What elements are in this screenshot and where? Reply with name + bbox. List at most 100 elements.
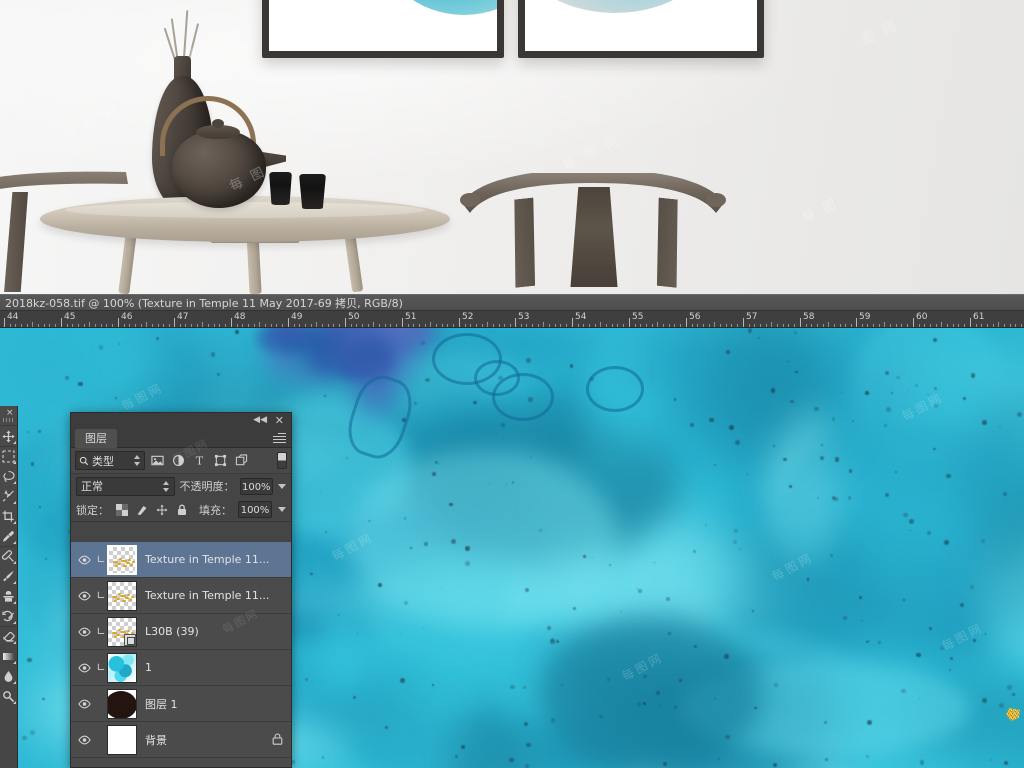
lock-position-icon[interactable] <box>155 503 169 517</box>
layer-thumbnail[interactable] <box>107 544 137 575</box>
layer-visibility-icon[interactable] <box>73 735 95 745</box>
collapse-icon[interactable]: ◀◀ <box>253 416 267 425</box>
ruler-tick-minor <box>828 322 829 327</box>
layer-thumbnail[interactable] <box>107 652 137 683</box>
ruler-tick-minor <box>390 324 391 327</box>
lock-all-icon[interactable] <box>175 503 189 517</box>
adjustment-filter-icon[interactable] <box>170 452 187 469</box>
filter-kind-select[interactable]: 类型 <box>75 451 145 470</box>
canvas-speckle <box>903 512 908 517</box>
lasso-tool[interactable] <box>0 466 17 486</box>
horizontal-ruler[interactable]: 44454647484950515253545556575859606162 <box>0 311 1024 328</box>
blend-mode-select[interactable]: 正常 <box>76 476 175 496</box>
ruler-tick-minor <box>919 324 920 327</box>
blur-tool[interactable] <box>0 666 17 686</box>
canvas-speckle <box>714 464 716 466</box>
quick-selection-tool[interactable] <box>0 486 17 506</box>
eraser-tool[interactable] <box>0 626 17 646</box>
layer-row[interactable]: 背景 <box>71 722 291 758</box>
dodge-tool[interactable] <box>0 686 17 706</box>
tab-layers[interactable]: 图层 <box>75 429 117 448</box>
layer-visibility-icon[interactable] <box>73 627 95 637</box>
canvas-speckle <box>435 461 438 464</box>
shape-filter-icon[interactable] <box>212 452 229 469</box>
fill-chevron-down-icon[interactable] <box>278 507 286 512</box>
layer-visibility-icon[interactable] <box>73 699 95 709</box>
ruler-tick-minor <box>493 324 494 327</box>
tools-panel[interactable]: × <box>0 406 18 768</box>
ruler-tick-minor <box>316 322 317 327</box>
ruler-tick-minor <box>447 324 448 327</box>
ruler-tick-minor <box>15 324 16 327</box>
ruler-tick-minor <box>845 324 846 327</box>
layer-thumbnail[interactable] <box>107 580 137 611</box>
ruler-tick-minor <box>976 324 977 327</box>
move-tool[interactable] <box>0 426 17 446</box>
ruler-tick-minor <box>595 324 596 327</box>
close-icon[interactable]: ✕ <box>275 415 284 426</box>
eyedropper-tool[interactable] <box>0 526 17 546</box>
opacity-chevron-down-icon[interactable] <box>278 483 286 489</box>
ruler-tick-minor <box>248 324 249 327</box>
layer-thumbnail[interactable] <box>107 724 137 755</box>
ruler-tick-minor <box>578 324 579 327</box>
ruler-label: 53 <box>518 312 530 322</box>
gradient-tool[interactable] <box>0 646 17 666</box>
layer-visibility-icon[interactable] <box>73 663 95 673</box>
canvas-speckle <box>454 755 458 759</box>
layer-thumbnail[interactable] <box>107 688 137 719</box>
ruler-tick-minor <box>436 324 437 327</box>
fill-value[interactable]: 100% <box>238 501 272 518</box>
lock-image-pixels-icon[interactable] <box>135 503 149 517</box>
lock-transparent-pixels-icon[interactable] <box>115 503 129 517</box>
ruler-tick-minor <box>1015 324 1016 327</box>
canvas-speckle <box>981 420 987 425</box>
canvas-speckle <box>878 640 882 644</box>
layers-panel[interactable]: ◀◀ ✕ 图层 类型 T 正常 不透明度： 100% 锁定： 填充： 100% … <box>70 412 292 768</box>
ruler-tick-minor <box>141 324 142 327</box>
layer-row[interactable]: ∟ 1 <box>71 650 291 686</box>
layer-row[interactable]: ∟ Texture in Temple 11... <box>71 578 291 614</box>
ruler-tick-minor <box>714 322 715 327</box>
canvas-speckle <box>970 585 974 589</box>
type-filter-icon[interactable]: T <box>191 452 208 469</box>
layer-row[interactable]: 图层 1 <box>71 686 291 722</box>
drag-grip-icon[interactable] <box>3 418 13 422</box>
layer-visibility-icon[interactable] <box>73 555 95 565</box>
filter-kind-label: 类型 <box>92 454 114 468</box>
healing-brush-tool[interactable] <box>0 546 17 566</box>
history-brush-tool[interactable] <box>0 606 17 626</box>
canvas-speckle <box>817 497 819 499</box>
layer-row[interactable]: ∟ Texture in Temple 11... <box>71 542 291 578</box>
layers-list[interactable]: ∟ Texture in Temple 11... ∟ Texture in Temp… <box>71 542 291 767</box>
panel-menu-icon[interactable] <box>273 433 286 443</box>
canvas-speckle <box>636 587 638 589</box>
ruler-tick-minor <box>180 324 181 327</box>
canvas-speckle <box>662 761 668 767</box>
ruler-tick-minor <box>21 324 22 327</box>
clone-stamp-tool[interactable] <box>0 586 17 606</box>
layer-visibility-icon[interactable] <box>73 591 95 601</box>
ruler-tick-minor <box>453 324 454 327</box>
crop-tool[interactable] <box>0 506 17 526</box>
filter-enable-toggle[interactable] <box>277 452 287 469</box>
layer-name: Texture in Temple 11... <box>145 589 270 602</box>
ruler-label: 46 <box>121 312 133 322</box>
opacity-value[interactable]: 100% <box>239 477 273 495</box>
image-filter-icon[interactable] <box>149 452 166 469</box>
canvas-speckle <box>440 587 443 589</box>
ruler-tick-minor <box>322 324 323 327</box>
close-icon[interactable]: × <box>6 409 14 418</box>
chevron-updown-icon[interactable] <box>162 480 170 492</box>
chevron-updown-icon[interactable] <box>134 455 141 466</box>
ruler-tick-minor <box>543 322 544 327</box>
layer-thumbnail[interactable] <box>107 616 137 647</box>
marquee-tool[interactable] <box>0 446 17 466</box>
canvas-speckle <box>400 678 405 683</box>
smart-object-filter-icon[interactable] <box>233 452 250 469</box>
ruler-tick-minor <box>271 324 272 327</box>
layer-row[interactable]: ∟ L30B (39) <box>71 614 291 650</box>
canvas-speckle <box>999 425 1002 428</box>
brush-tool[interactable] <box>0 566 17 586</box>
ruler-tick-minor <box>993 324 994 327</box>
